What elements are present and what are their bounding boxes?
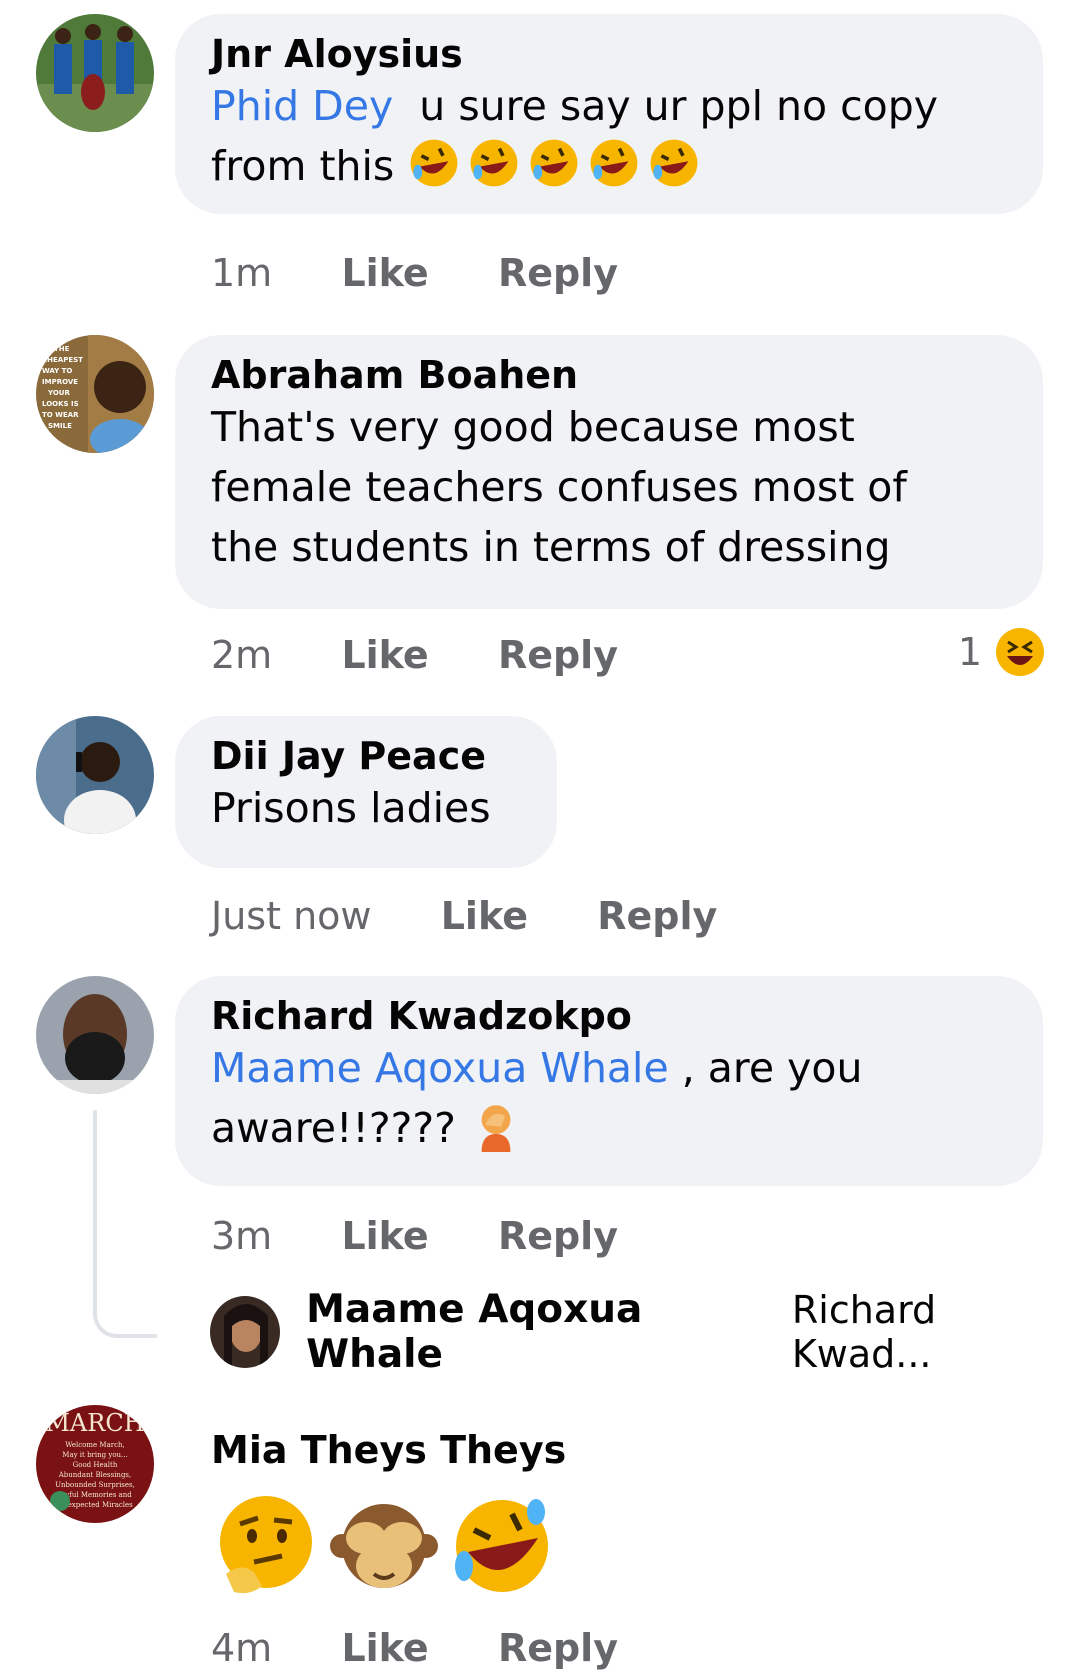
reply-button[interactable]: Reply [498, 633, 618, 677]
comment-bubble[interactable]: Richard Kwadzokpo Maame Aqoxua Whale , a… [175, 976, 1043, 1186]
like-button[interactable]: Like [341, 633, 428, 677]
avatar-mia-theys-theys[interactable]: MARCH Welcome March, May it bring you...… [36, 1405, 154, 1523]
thinking-face-emoji-icon [220, 1496, 312, 1594]
comment-actions: 1m Like Reply [211, 251, 674, 295]
emoji-only-comment [210, 1490, 564, 1602]
like-button[interactable]: Like [341, 251, 428, 295]
avatar-abraham-boahen[interactable]: THE CHEAPEST WAY TO IMPROVE YOUR LOOKS I… [36, 335, 154, 453]
avatar-caption-line: Abundant Blessings, [58, 1471, 132, 1479]
comment-author[interactable]: Abraham Boahen [211, 353, 1005, 397]
comment-bubble[interactable]: Jnr Aloysius Phid Dey u sure say ur ppl … [175, 14, 1043, 214]
like-button[interactable]: Like [341, 1626, 428, 1670]
comment-text: Maame Aqoxua Whale , are you aware!!???? [211, 1044, 863, 1152]
comment-author[interactable]: Mia Theys Theys [211, 1428, 566, 1472]
rofl-emoji-icon [407, 139, 707, 190]
mention-link[interactable]: Maame Aqoxua Whale [211, 1044, 669, 1092]
avatar-richard-kwadzokpo[interactable] [36, 976, 154, 1094]
comment-time: 4m [211, 1626, 273, 1670]
comment-bubble[interactable]: Abraham Boahen That's very good because … [175, 335, 1043, 609]
avatar-caption-line: May it bring you... [62, 1451, 127, 1459]
avatar-caption-line: SMILE [48, 422, 72, 430]
facepalm-emoji-icon [481, 1105, 511, 1152]
comment-time: 3m [211, 1214, 273, 1258]
avatar-caption-line: TO WEAR [42, 411, 79, 419]
avatar-title: MARCH [45, 1409, 144, 1437]
avatar-maame-aqoxua-whale[interactable] [210, 1296, 281, 1368]
comment-bubble[interactable]: Dii Jay Peace Prisons ladies [175, 716, 557, 868]
avatar-caption-line: THE [54, 345, 70, 353]
comment-time: 2m [211, 633, 273, 677]
avatar-caption-line: Good Health [73, 1461, 118, 1469]
comment-actions: 4m Like Reply [211, 1626, 674, 1670]
reply-preview[interactable]: Richard Kwad... [792, 1288, 1080, 1376]
comment-text: Phid Dey u sure say ur ppl no copy from … [211, 76, 1005, 196]
reaction-count: 1 [957, 630, 982, 674]
comment-time: Just now [211, 894, 372, 938]
comment-author[interactable]: Dii Jay Peace [211, 734, 519, 778]
comment-time: 1m [211, 251, 273, 295]
avatar-dii-jay-peace[interactable] [36, 716, 154, 834]
reply-button[interactable]: Reply [597, 894, 717, 938]
collapsed-reply[interactable]: Maame Aqoxua Whale Richard Kwad... [210, 1287, 1080, 1377]
comment-author[interactable]: Jnr Aloysius [211, 32, 1005, 76]
reply-button[interactable]: Reply [498, 1626, 618, 1670]
avatar-caption-line: IMPROVE [42, 378, 78, 386]
reply-button[interactable]: Reply [498, 1214, 618, 1258]
like-button[interactable]: Like [341, 1214, 428, 1258]
reply-author[interactable]: Maame Aqoxua Whale [306, 1287, 780, 1377]
comment-text: Prisons ladies [211, 784, 491, 832]
avatar-jnr-aloysius[interactable] [36, 14, 154, 132]
comment-actions: Just now Like Reply [211, 894, 773, 938]
reply-button[interactable]: Reply [498, 251, 618, 295]
comment-text: That's very good because most female tea… [211, 403, 907, 571]
avatar-caption-line: LOOKS IS [42, 400, 79, 408]
avatar-caption-line: Unbounded Surprises, [55, 1481, 135, 1489]
comment-actions: 3m Like Reply [211, 1214, 674, 1258]
avatar-caption-line: WAY TO [42, 367, 72, 375]
see-no-evil-monkey-emoji-icon [330, 1504, 438, 1588]
reply-thread-line [93, 1110, 157, 1338]
like-button[interactable]: Like [441, 894, 528, 938]
comment-actions: 2m Like Reply [211, 633, 674, 677]
avatar-caption-line: CHEAPEST [42, 356, 83, 364]
avatar-caption-line: YOUR [47, 389, 70, 397]
rofl-emoji-icon [455, 1499, 548, 1592]
mention-link[interactable]: Phid Dey [211, 82, 393, 130]
avatar-caption-line: Welcome March, [65, 1441, 125, 1449]
haha-reaction-icon [996, 628, 1044, 676]
comment-author[interactable]: Richard Kwadzokpo [211, 994, 1005, 1038]
reaction-summary[interactable]: 1 [958, 626, 1046, 678]
